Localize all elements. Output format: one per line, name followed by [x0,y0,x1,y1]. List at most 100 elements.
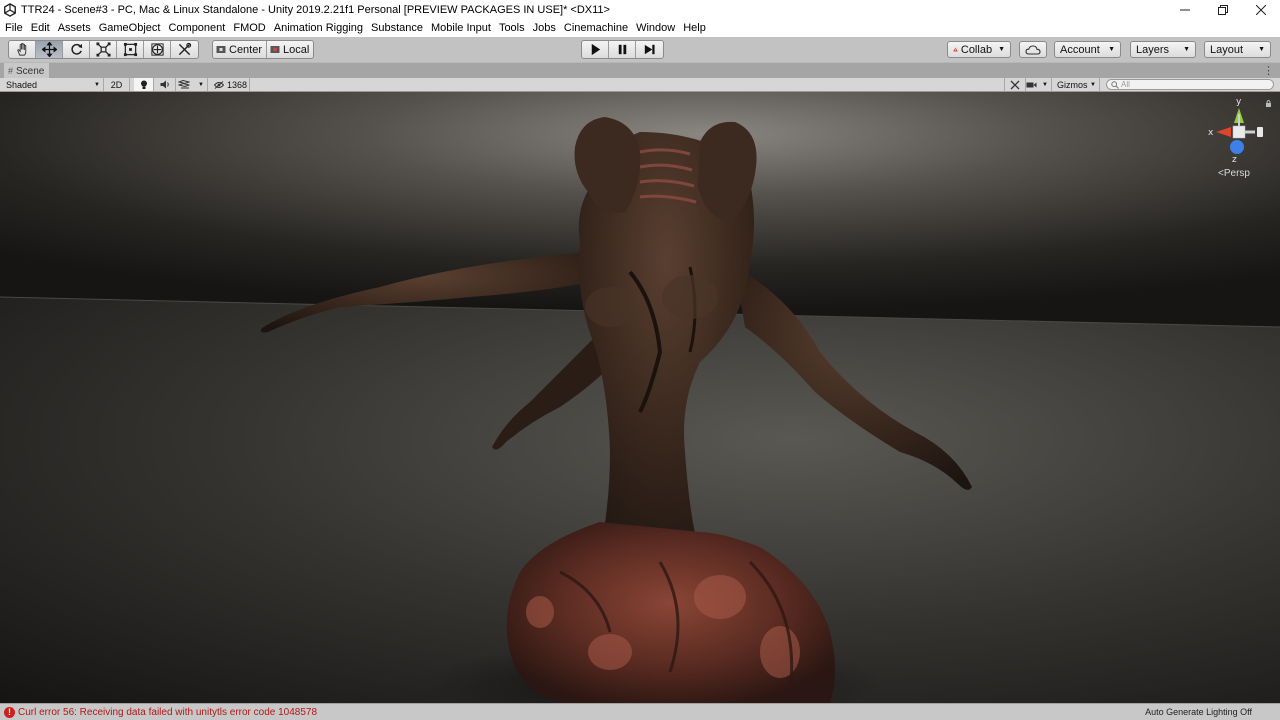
scale-tool-button[interactable] [90,41,117,58]
effects-dropdown[interactable]: ▼ [178,78,208,91]
menu-edit[interactable]: Edit [27,19,54,37]
eye-slash-icon [214,80,224,89]
title-bar: TTR24 - Scene#3 - PC, Mac & Linux Standa… [0,0,1280,19]
menu-mobile-input[interactable]: Mobile Input [427,19,495,37]
menu-fmod[interactable]: FMOD [229,19,269,37]
hidden-objects-toggle[interactable]: 1368 [210,78,250,91]
x-axis-cone[interactable] [1216,127,1231,137]
menu-cinemachine[interactable]: Cinemachine [560,19,632,37]
scene-viewport[interactable]: y x z <Persp [0,92,1280,703]
custom-tool-icon [178,42,192,56]
lighting-status: Auto Generate Lighting Off [1145,707,1252,717]
menu-window[interactable]: Window [632,19,679,37]
pivot-controls: Center Local [212,40,315,59]
tab-menu-icon[interactable]: ⋮ [1263,64,1274,77]
chevron-down-icon: ▼ [1042,81,1048,88]
playback-controls [581,40,664,59]
account-dropdown[interactable]: Account ▼ [1054,41,1121,58]
restore-button[interactable] [1204,0,1242,19]
restore-icon [1218,4,1228,15]
lock-icon[interactable] [1266,99,1271,108]
speaker-icon [160,80,169,89]
projection-label[interactable]: <Persp [1218,168,1250,179]
menu-tools[interactable]: Tools [495,19,529,37]
menu-file[interactable]: File [1,19,27,37]
camera-icon [1026,82,1037,87]
rect-icon [123,42,137,57]
layers-dropdown[interactable]: Layers ▼ [1130,41,1196,58]
pivot-center-button[interactable]: Center [213,41,268,58]
status-bar[interactable]: ! Curl error 56: Receiving data failed w… [0,703,1280,720]
layout-dropdown[interactable]: Layout ▼ [1204,41,1271,58]
pivot-center-icon [216,46,226,53]
minimize-button[interactable] [1166,0,1204,19]
step-button[interactable] [636,41,663,58]
scene-render [0,92,1280,703]
chevron-down-icon: ▼ [94,81,100,88]
menu-animation-rigging[interactable]: Animation Rigging [270,19,367,37]
draw-mode-dropdown[interactable]: Shaded ▼ [0,78,104,91]
gizmo-center-cube[interactable] [1232,125,1246,139]
gizmos-label: Gizmos [1057,79,1088,90]
scene-tools-toggle[interactable] [1004,78,1026,91]
lighting-toggle[interactable] [134,78,154,91]
custom-tool-button[interactable] [171,41,198,58]
menu-gameobject[interactable]: GameObject [95,19,165,37]
rect-tool-button[interactable] [117,41,144,58]
menu-substance[interactable]: Substance [367,19,427,37]
scene-search-placeholder: All [1121,80,1130,89]
hidden-count: 1368 [227,79,248,90]
close-button[interactable] [1242,0,1280,19]
transform-tools [8,40,199,59]
z-axis-cone[interactable] [1230,140,1244,154]
scene-grid-icon: # [8,66,14,76]
search-icon [1111,80,1119,89]
account-label: Account [1060,43,1100,56]
z-axis-label: z [1232,155,1237,165]
hand-tool-button[interactable] [9,41,36,58]
scene-tab-bar: # Scene ⋮ [0,62,1280,79]
chevron-down-icon: ▼ [1183,46,1190,53]
unity-logo-icon [4,2,16,17]
cloud-icon [1025,44,1041,55]
scene-search-input[interactable]: All [1106,79,1274,90]
effects-icon [178,80,190,89]
rotate-tool-button[interactable] [63,41,90,58]
menu-component[interactable]: Component [164,19,229,37]
pivot-local-icon [270,46,280,53]
tools-icon [1010,80,1020,89]
play-button[interactable] [582,41,609,58]
tab-scene[interactable]: # Scene [4,63,50,79]
transform-tool-button[interactable] [144,41,171,58]
layout-label: Layout [1210,43,1244,56]
pivot-center-label: Center [229,43,263,56]
chevron-down-icon: ▼ [1108,46,1115,53]
move-tool-button[interactable] [36,41,63,58]
chevron-down-icon: ▼ [998,46,1005,53]
hand-icon [16,43,26,56]
menu-jobs[interactable]: Jobs [529,19,560,37]
scale-icon [95,42,111,57]
move-icon [41,42,57,57]
camera-dropdown[interactable]: ▼ [1026,78,1052,91]
toggle-2d-button[interactable]: 2D [104,78,130,91]
chevron-down-icon: ▼ [198,81,204,88]
menu-assets[interactable]: Assets [54,19,95,37]
collab-dropdown[interactable]: Collab ▼ [947,41,1011,58]
gizmos-dropdown[interactable]: Gizmos ▼ [1052,78,1100,91]
main-toolbar: Center Local Collab ▼ Account ▼ Layers ▼… [0,37,1280,62]
draw-mode-label: Shaded [6,79,38,90]
pivot-local-button[interactable]: Local [267,41,313,58]
pause-button[interactable] [609,41,636,58]
collab-warning-icon [953,47,958,52]
menu-help[interactable]: Help [679,19,710,37]
y-axis-label: y [1236,97,1242,107]
play-icon [591,43,600,56]
error-icon: ! [4,706,15,718]
audio-toggle[interactable] [156,78,176,91]
persp-text: Persp [1223,168,1250,179]
status-message[interactable]: Curl error 56: Receiving data failed wit… [18,707,317,718]
cloud-button[interactable] [1019,41,1047,58]
close-icon [1256,4,1266,15]
window-title: TTR24 - Scene#3 - PC, Mac & Linux Standa… [21,3,610,16]
